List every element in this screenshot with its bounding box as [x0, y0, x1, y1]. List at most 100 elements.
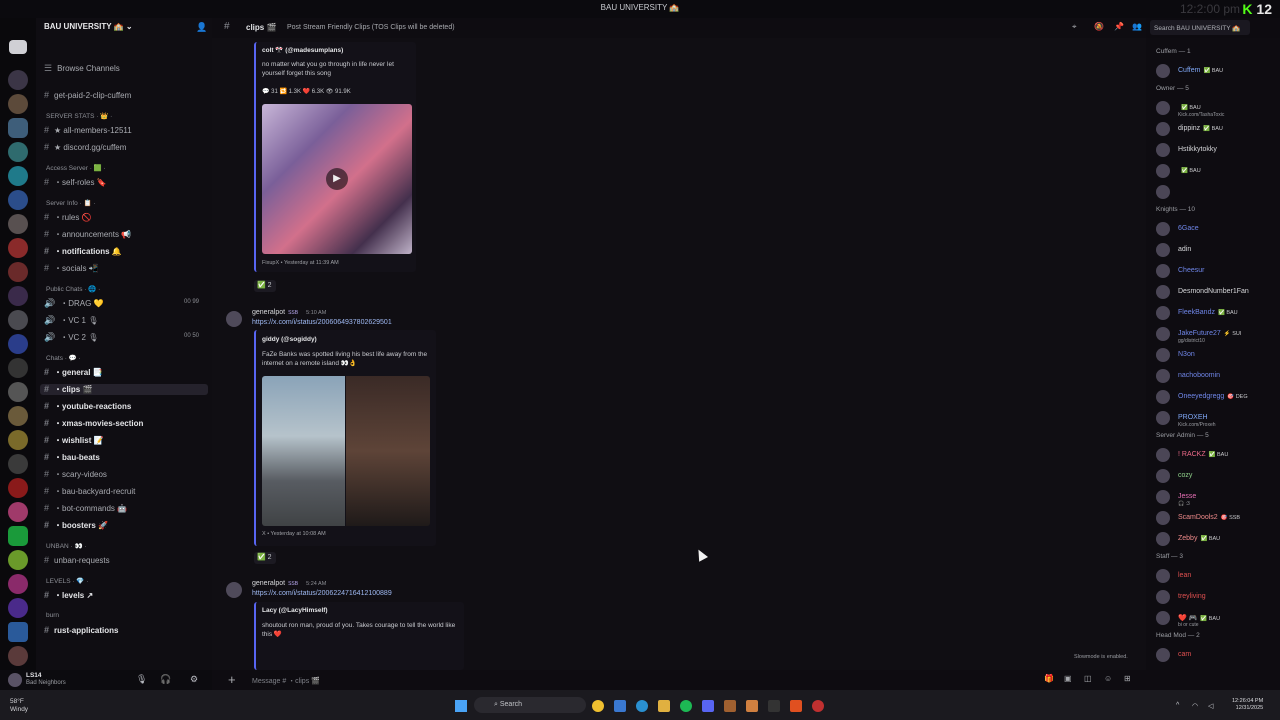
file-explorer-icon[interactable]	[658, 700, 670, 712]
server-icon[interactable]	[8, 550, 28, 570]
chrome-icon[interactable]	[592, 700, 604, 712]
embed-video-thumbnail[interactable]: ▶	[262, 104, 412, 254]
add-member-icon[interactable]: 👤	[196, 22, 207, 33]
microphone-icon[interactable]: 🎙	[136, 674, 147, 685]
server-icon[interactable]	[8, 646, 28, 666]
server-icon[interactable]	[8, 574, 28, 594]
app-icon[interactable]	[724, 700, 736, 712]
channel-item[interactable]: # ・announcements 📢	[44, 229, 131, 240]
voice-channel-item[interactable]: 🔊 ・DRAG 💛	[44, 298, 104, 309]
channel-category[interactable]: burn	[46, 612, 59, 619]
edge-icon[interactable]	[636, 700, 648, 712]
server-icon[interactable]	[8, 310, 28, 330]
server-icon[interactable]	[8, 406, 28, 426]
sticker-icon[interactable]: ◫	[1084, 674, 1092, 683]
channel-item[interactable]: # ★ all-members-12511	[44, 125, 132, 135]
server-icon[interactable]	[8, 358, 28, 378]
server-icon[interactable]	[8, 238, 28, 258]
voice-channel-item[interactable]: 🔊 ・VC 2 🎙	[44, 332, 98, 343]
tray-chevron-icon[interactable]: ^	[1176, 702, 1179, 709]
play-icon[interactable]: ▶	[326, 168, 348, 190]
volume-icon[interactable]: ◁	[1208, 702, 1213, 710]
discord-taskbar-icon[interactable]	[702, 700, 714, 712]
channel-item[interactable]: # ・bau-beats	[44, 452, 100, 463]
avatar[interactable]	[8, 673, 22, 687]
reaction-button[interactable]: ✅ 2	[254, 280, 276, 292]
channel-item[interactable]: # ・youtube-reactions	[44, 401, 131, 412]
channel-item[interactable]: # ・bot-commands 🤖	[44, 503, 127, 514]
gift-icon[interactable]: 🎁	[1044, 674, 1054, 683]
weather-widget[interactable]: 58°F Windy	[10, 698, 28, 714]
channel-item[interactable]: # ・wishlist 📝	[44, 435, 104, 446]
embed-author[interactable]: colt 🎌 (@madesumplans)	[262, 46, 343, 54]
system-clock[interactable]: 12:26:04 PM 12/31/2025	[1232, 698, 1263, 712]
channel-item[interactable]: # rust-applications	[44, 625, 118, 635]
discord-home-icon[interactable]	[9, 40, 27, 54]
pin-icon[interactable]: 📌	[1114, 22, 1124, 31]
channel-item[interactable]: # ・levels ↗	[44, 590, 93, 601]
channel-item[interactable]: # ・rules 🚫	[44, 212, 92, 223]
channel-topic[interactable]: Post Stream Friendly Clips (TOS Clips wi…	[287, 24, 455, 31]
brave-icon[interactable]	[790, 700, 802, 712]
avatar[interactable]	[226, 311, 242, 327]
channel-category[interactable]: Chats · 💬 ·	[46, 354, 81, 362]
notifications-icon[interactable]: 🔕	[1094, 22, 1104, 31]
message-link[interactable]: https://x.com/i/status/20060649378026295…	[252, 319, 392, 326]
message-link[interactable]: https://x.com/i/status/20062247164121008…	[252, 590, 392, 597]
server-icon[interactable]	[8, 430, 28, 450]
taskbar-search[interactable]: ⌕ Search	[474, 697, 586, 713]
headphones-icon[interactable]: 🎧	[160, 674, 171, 685]
channel-item[interactable]: # ・general 📑	[44, 367, 103, 378]
channel-category[interactable]: SERVER STATS · 👑 ·	[46, 112, 112, 120]
gear-icon[interactable]: ⚙	[190, 674, 201, 685]
channel-item[interactable]: # get-paid-2-clip-cuffem	[44, 90, 131, 100]
server-name-dropdown[interactable]: BAU UNIVERSITY 🏫 ⌄	[44, 22, 133, 31]
server-icon[interactable]	[8, 502, 28, 522]
server-icon[interactable]	[8, 526, 28, 546]
server-icon[interactable]	[8, 382, 28, 402]
server-icon[interactable]	[8, 118, 28, 138]
server-icon[interactable]	[8, 262, 28, 282]
windows-start-icon[interactable]	[455, 700, 467, 712]
app-icon[interactable]	[746, 700, 758, 712]
server-icon[interactable]	[8, 454, 28, 474]
channel-item[interactable]: # ・socials 📲	[44, 263, 99, 274]
server-icon[interactable]	[8, 142, 28, 162]
server-icon[interactable]	[8, 214, 28, 234]
spotify-icon[interactable]	[680, 700, 692, 712]
obs-icon[interactable]	[768, 700, 780, 712]
message-author[interactable]: generalpot SSB 5:24 AM	[252, 580, 326, 587]
channel-item[interactable]: # ・boosters 🚀	[44, 520, 108, 531]
server-icon[interactable]	[8, 622, 28, 642]
browse-channels-button[interactable]: ☰ Browse Channels	[44, 63, 120, 74]
threads-icon[interactable]: ⌖	[1072, 22, 1077, 32]
add-attachment-icon[interactable]: +	[228, 672, 236, 687]
server-icon[interactable]	[8, 70, 28, 90]
channel-item[interactable]: # ・scary-videos	[44, 469, 107, 480]
channel-item[interactable]: # unban-requests	[44, 555, 110, 565]
wifi-icon[interactable]: ◠	[1192, 702, 1198, 710]
server-icon[interactable]	[8, 190, 28, 210]
embed-author[interactable]: giddy (@sogiddy)	[262, 336, 317, 343]
voice-channel-item[interactable]: 🔊 ・VC 1 🎙	[44, 315, 98, 326]
server-icon[interactable]	[8, 286, 28, 306]
channel-category[interactable]: Public Chats · 🌐 ·	[46, 285, 100, 293]
channel-item[interactable]: # ・xmas-movies-section	[44, 418, 143, 429]
message-author[interactable]: generalpot SSB 5:10 AM	[252, 309, 326, 316]
emoji-icon[interactable]: ☺	[1104, 674, 1112, 683]
apps-icon[interactable]: ⊞	[1124, 674, 1131, 683]
channel-item[interactable]: # ・notifications 🔔	[44, 246, 122, 257]
embed-image[interactable]	[262, 376, 430, 526]
message-input[interactable]: Message # ・clips 🎬	[252, 676, 320, 686]
server-icon[interactable]	[8, 166, 28, 186]
channel-category[interactable]: LEVELS · 💎 ·	[46, 577, 88, 585]
channel-category[interactable]: UNBAN · 👀 ·	[46, 542, 87, 550]
reaction-button[interactable]: ✅ 2	[254, 552, 276, 564]
embed-author[interactable]: Lacy (@LacyHimself)	[262, 607, 328, 614]
server-icon[interactable]	[8, 598, 28, 618]
channel-category[interactable]: Server Info · 📋 ·	[46, 199, 96, 207]
server-icon[interactable]	[8, 478, 28, 498]
channel-item[interactable]: # ・self-roles 🔖	[44, 177, 107, 188]
task-view-icon[interactable]	[614, 700, 626, 712]
avatar[interactable]	[226, 582, 242, 598]
